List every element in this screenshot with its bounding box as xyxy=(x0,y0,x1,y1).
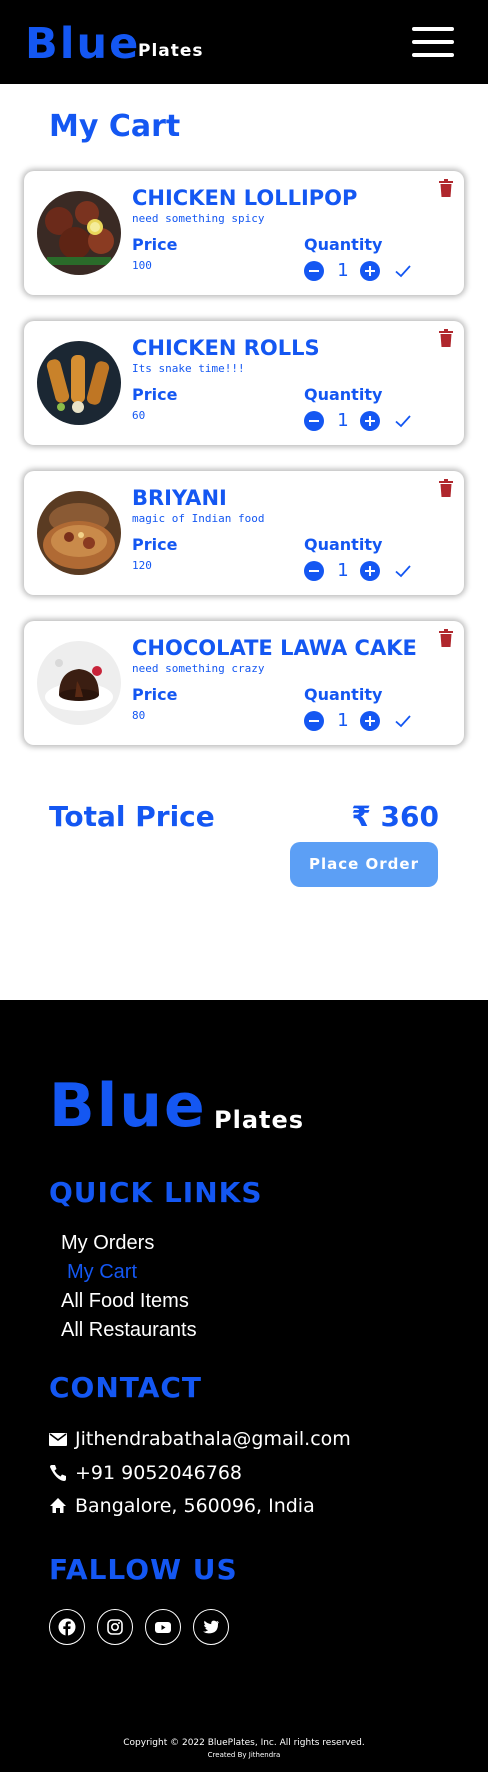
footer-link-all-restaurants[interactable]: All Restaurants xyxy=(61,1318,197,1342)
brand-logo-plates[interactable]: Plates xyxy=(138,41,204,61)
dish-image-chicken-lollipop xyxy=(37,191,121,275)
minus-circle-icon[interactable] xyxy=(304,261,324,281)
twitter-icon[interactable] xyxy=(193,1609,229,1645)
price-label: Price xyxy=(132,685,178,704)
plus-circle-icon[interactable] xyxy=(360,411,380,431)
price-label: Price xyxy=(132,235,178,254)
dish-tagline: need something spicy xyxy=(132,212,265,225)
quantity-stepper: 1 xyxy=(304,559,424,583)
quantity-value: 1 xyxy=(337,710,349,731)
trash-icon[interactable] xyxy=(439,329,453,347)
cart-item-card: CHOCOLATE LAWA CAKE need something crazy… xyxy=(24,621,464,745)
hamburger-menu-icon[interactable] xyxy=(412,27,454,59)
quantity-value: 1 xyxy=(337,560,349,581)
plus-circle-icon[interactable] xyxy=(360,261,380,281)
plus-circle-icon[interactable] xyxy=(360,561,380,581)
facebook-icon[interactable] xyxy=(49,1609,85,1645)
page-title: My Cart xyxy=(49,109,181,144)
quantity-label: Quantity xyxy=(304,385,383,404)
phone-icon xyxy=(50,1465,66,1481)
youtube-icon[interactable] xyxy=(145,1609,181,1645)
footer-brand-blue: Blue xyxy=(49,1071,207,1141)
dish-name: CHOCOLATE LAWA CAKE xyxy=(132,636,417,660)
minus-circle-icon[interactable] xyxy=(304,561,324,581)
phone-text[interactable]: +91 9052046768 xyxy=(75,1461,242,1485)
trash-icon[interactable] xyxy=(439,179,453,197)
copyright-text: Copyright © 2022 BluePlates, Inc. All ri… xyxy=(123,1738,365,1748)
email-text[interactable]: Jithendrabathala@gmail.com xyxy=(75,1427,351,1451)
dish-image-chocolate-lawa-cake xyxy=(37,641,121,725)
dish-name: BRIYANI xyxy=(132,486,227,510)
footer-link-my-cart[interactable]: My Cart xyxy=(67,1260,137,1284)
instagram-icon[interactable] xyxy=(97,1609,133,1645)
price-label: Price xyxy=(132,535,178,554)
total-price-value: ₹ 360 xyxy=(351,800,439,833)
credit-text: Created By Jithendra xyxy=(207,1751,281,1759)
quantity-label: Quantity xyxy=(304,535,383,554)
follow-us-heading: FALLOW US xyxy=(49,1553,238,1586)
dish-tagline: Its snake time!!! xyxy=(132,362,245,375)
contact-phone: +91 9052046768 xyxy=(49,1459,449,1487)
plus-circle-icon[interactable] xyxy=(360,711,380,731)
minus-circle-icon[interactable] xyxy=(304,411,324,431)
check-icon[interactable] xyxy=(394,712,412,730)
contact-address: Bangalore, 560096, India xyxy=(49,1492,449,1520)
brand-logo-blue[interactable]: Blue xyxy=(25,20,140,68)
dish-name: CHICKEN LOLLIPOP xyxy=(132,186,358,210)
quantity-stepper: 1 xyxy=(304,709,424,733)
trash-icon[interactable] xyxy=(439,479,453,497)
quantity-stepper: 1 xyxy=(304,409,424,433)
quantity-label: Quantity xyxy=(304,685,383,704)
dish-name: CHICKEN ROLLS xyxy=(132,336,320,360)
cart-item-card: CHICKEN ROLLS Its snake time!!! Price 60… xyxy=(24,321,464,445)
check-icon[interactable] xyxy=(394,412,412,430)
footer-link-my-orders[interactable]: My Orders xyxy=(61,1231,154,1255)
footer-link-all-food-items[interactable]: All Food Items xyxy=(61,1289,189,1313)
contact-email: Jithendrabathala@gmail.com xyxy=(49,1425,449,1453)
cart-item-card: CHICKEN LOLLIPOP need something spicy Pr… xyxy=(24,171,464,295)
total-price-label: Total Price xyxy=(49,800,215,833)
contact-heading: CONTACT xyxy=(49,1371,203,1404)
trash-icon[interactable] xyxy=(439,629,453,647)
place-order-button[interactable]: Place Order xyxy=(290,842,438,887)
address-text: Bangalore, 560096, India xyxy=(75,1495,315,1517)
mail-icon xyxy=(49,1433,67,1446)
dish-tagline: need something crazy xyxy=(132,662,265,675)
price-value: 60 xyxy=(132,409,146,422)
check-icon[interactable] xyxy=(394,562,412,580)
home-icon xyxy=(50,1498,66,1513)
dish-image-chicken-rolls xyxy=(37,341,121,425)
price-value: 100 xyxy=(132,259,152,272)
price-value: 120 xyxy=(132,559,152,572)
dish-image-briyani xyxy=(37,491,121,575)
footer: Blue Plates QUICK LINKS My Orders My Car… xyxy=(0,1000,488,1772)
top-navbar: Blue Plates xyxy=(0,0,488,84)
quantity-value: 1 xyxy=(337,410,349,431)
quantity-label: Quantity xyxy=(304,235,383,254)
price-value: 80 xyxy=(132,709,146,722)
check-icon[interactable] xyxy=(394,262,412,280)
dish-tagline: magic of Indian food xyxy=(132,512,265,525)
quantity-value: 1 xyxy=(337,260,349,281)
minus-circle-icon[interactable] xyxy=(304,711,324,731)
quick-links-heading: QUICK LINKS xyxy=(49,1176,263,1209)
price-label: Price xyxy=(132,385,178,404)
cart-item-card: BRIYANI magic of Indian food Price 120 Q… xyxy=(24,471,464,595)
quantity-stepper: 1 xyxy=(304,259,424,283)
footer-brand-plates: Plates xyxy=(214,1106,305,1134)
